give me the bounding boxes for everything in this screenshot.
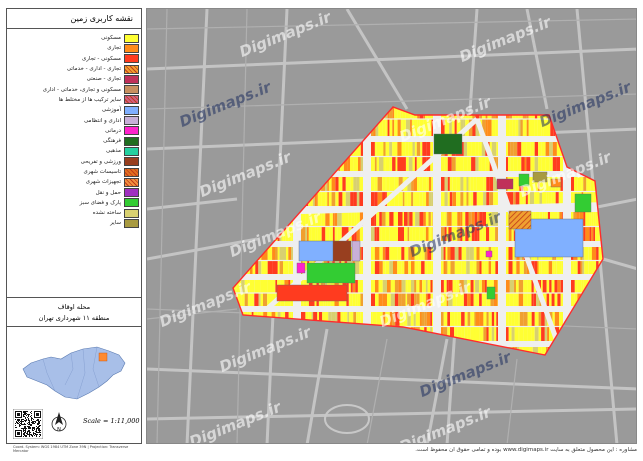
legend-swatch [124,126,139,136]
legend-item-label: سایر [110,220,121,227]
legend-item: اداری و انتظامی [11,115,139,126]
map-frame[interactable]: Digimaps.ir Digimaps.ir Digimaps.ir Digimap… [146,8,637,444]
legend-item: تاسیسات شهری [11,167,139,177]
sports-parcel [332,240,352,262]
legend-item-label: حمل و نقل [95,189,121,196]
legend-item: پارک و فضای سبز [11,198,139,208]
school-parcel [298,240,336,262]
legend-item: مذهبی [11,146,139,156]
legend-item: سایر [11,218,139,228]
legend-item: ورزشی و تفریحی [11,157,139,167]
legend-swatch [124,136,139,146]
cultural-parcel [433,133,463,155]
legend-item: مسکونی [11,33,139,43]
north-label: N [57,427,61,433]
legend-swatch [124,74,139,84]
admin-parcel [351,240,361,262]
legend-swatch [124,146,139,156]
tehran-inset-map [13,329,135,407]
park-parcel-2 [574,193,592,213]
legend-swatch [124,95,139,105]
legend-swatch [124,105,139,115]
legend-swatch [124,116,139,126]
legend-swatch [124,208,139,218]
park-parcel [306,262,356,284]
legend-swatch [124,33,139,43]
park-parcel-4 [486,286,496,300]
legend-swatch [124,177,139,187]
legend-item-label: تجهیزات شهری [85,179,121,186]
legend-item-label: فرهنگی [103,138,121,145]
legend-item: مسکونی و تجاری، خدماتی - اداری [11,84,139,95]
legend-item-label: درمانی [105,127,121,134]
qr-code [13,409,43,439]
legend-item: تجهیزات شهری [11,177,139,187]
legend-swatch [124,85,139,95]
legend-item-label: سایر ترکیب ها از مختلط ها [58,96,121,103]
scale-text: Scale = 1:11,000 [83,417,140,425]
facility-parcel [508,210,532,230]
legend-swatch [124,54,139,64]
legend-swatch [124,157,139,167]
legend-swatch [124,167,139,177]
legend-item-label: تجاری - اداری - خدماتی [66,66,121,73]
mixed-parcel [276,284,348,302]
legend-item-label: تاسیسات شهری [83,169,121,175]
legend-item: تجاری [11,43,139,53]
legend-swatch [124,198,139,208]
credit-text: Coord. System: WGS 1984 UTM Zone 39N | P… [13,445,129,453]
legend-item: سایر ترکیب ها از مختلط ها [11,95,139,105]
legend-item-label: ساخته نشده [92,210,121,217]
legend-swatch [124,218,139,228]
legend-item-label: مسکونی - تجاری [81,55,121,62]
legend-item: درمانی [11,126,139,136]
legend-item: حمل و نقل [11,187,139,198]
north-arrow-icon: N [51,412,67,433]
legend-item-label: تجاری - صنعتی [86,76,121,83]
district-highlight [98,352,108,362]
footer-copyright: مشاوره : این محصول متعلق به سایت www.dig… [415,447,637,453]
health-parcel-2 [485,250,493,258]
legend-item: فرهنگی [11,136,139,146]
legend-item-label: پارک و فضای سبز [79,199,121,206]
legend-swatch [124,64,139,74]
land-use-map[interactable]: Digimaps.ir Digimaps.irDigimaps.ir Digimap… [147,9,637,444]
legend-swatch [124,43,139,53]
district-box: محله اوقاف منطقه ۱۱ شهرداری تهران [7,297,141,327]
legend-item-label: تجاری [107,45,121,52]
legend-swatch [124,188,139,198]
district-name: منطقه ۱۱ شهرداری تهران [38,314,110,322]
legend-item-label: آموزشی [101,107,121,114]
industrial-parcel [496,178,514,190]
neighborhood-name: محله اوقاف [57,303,91,311]
legend-panel: نقشه کاربری زمین مسکونی تجاری مسکونی - تجا… [6,8,142,453]
health-parcel [296,262,306,274]
legend-item: مسکونی - تجاری [11,54,139,64]
legend-item-label: اداری و انتظامی [83,117,121,124]
legend-item-label: مسکونی و تجاری، خدماتی - اداری [42,86,121,93]
legend-list: مسکونی تجاری مسکونی - تجاری تجاری - اداری -… [11,33,139,229]
legend-item: تجاری - صنعتی [11,74,139,84]
legend-item-label: مذهبی [106,148,121,155]
legend-item-label: ورزشی و تفریحی [80,158,121,165]
legend-item: آموزشی [11,105,139,115]
legend-title: نقشه کاربری زمین [7,9,141,29]
legend-item-label: مسکونی [101,35,121,42]
legend-item: تجاری - اداری - خدماتی [11,64,139,74]
legend-item: ساخته نشده [11,208,139,218]
